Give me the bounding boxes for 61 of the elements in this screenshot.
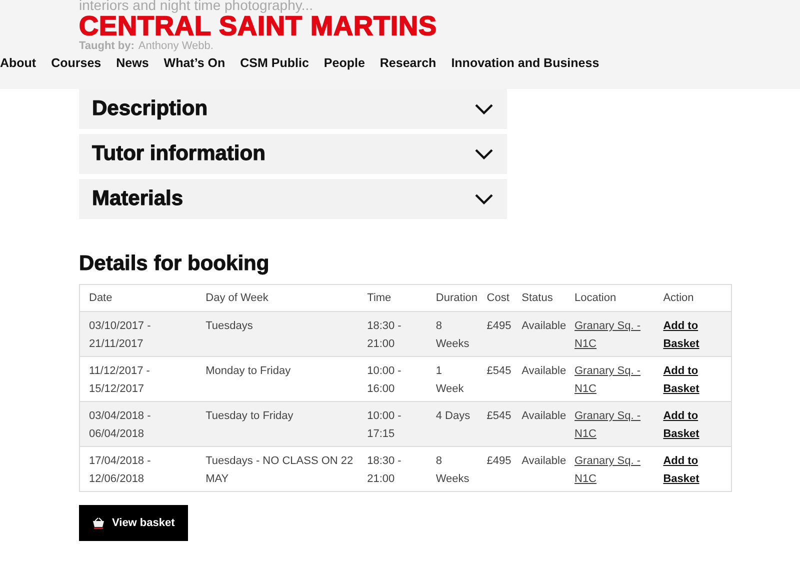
column-header: Location [574,292,616,304]
table-cell: £495 [486,320,512,332]
table-cell: Tuesdays [206,320,253,332]
chevron-down-icon [474,148,494,160]
taught-by-label: Taught by: [79,40,134,52]
table-cell: £545 [486,410,512,422]
nav-link[interactable]: What’s On [164,54,226,73]
table-cell: 10:00 - 17:15 [367,410,402,440]
column-header: Time [367,292,392,304]
section-heading: Details for booking [79,251,270,277]
add-to-basket-link[interactable]: Add to Basket [663,452,731,488]
course-intro-text: interiors and night time photography... [79,0,313,12]
table-cell: £495 [486,455,512,467]
table-cell: 10:00 - 16:00 [367,365,402,395]
nav-link[interactable]: People [324,54,365,73]
location-link[interactable]: Granary Sq. - N1C [574,362,658,398]
nav-link[interactable]: CSM Public [240,54,309,73]
location-link[interactable]: Granary Sq. - N1C [574,407,658,443]
table-cell: 8 Weeks [436,455,470,485]
column-header: Status [522,292,553,304]
chevron-down-icon [474,103,494,115]
add-to-basket-link[interactable]: Add to Basket [663,407,731,443]
chevron-down-icon [474,193,494,205]
site-logo[interactable]: CENTRAL SAINT MARTINS [79,12,437,40]
location-link[interactable]: Granary Sq. - N1C [574,452,658,488]
nav-link[interactable]: Courses [51,54,102,73]
table-cell: 18:30 - 21:00 [367,320,402,350]
accordion-header[interactable]: Tutor information [79,134,507,174]
view-basket-button[interactable]: View basket [79,505,188,541]
nav-link[interactable]: About [0,54,36,73]
nav-link[interactable]: News [116,54,149,73]
basket-icon [92,517,105,529]
table-cell: 4 Days [436,410,470,422]
table-cell: Monday to Friday [206,365,291,377]
table-cell: Available [522,365,566,377]
column-header: Day of Week [206,292,268,304]
column-header: Duration [436,292,478,304]
table-cell: Available [522,410,566,422]
column-header: Action [663,292,694,304]
nav-link[interactable]: Research [380,54,436,73]
table-cell: 11/12/2017 - 15/12/2017 [89,365,150,395]
table-cell: Available [522,320,566,332]
column-header: Cost [486,292,510,304]
table-cell: 03/10/2017 - 21/11/2017 [89,320,151,350]
add-to-basket-link[interactable]: Add to Basket [663,362,731,398]
table-cell: Available [522,455,566,467]
column-header: Date [89,292,112,304]
table-cell: 17/04/2018 - 12/06/2018 [89,455,151,485]
tutor-name: Anthony Webb. [138,40,214,52]
accordion-header[interactable]: Materials [79,179,507,219]
accordion-header[interactable]: Description [79,89,507,129]
table-cell: 1 Week [436,365,464,395]
table-cell: 8 Weeks [436,320,470,350]
table-cell: Tuesday to Friday [206,410,294,422]
table-cell: Tuesdays - NO CLASS ON 22 MAY [206,455,354,485]
table-cell: £545 [486,365,512,377]
location-link[interactable]: Granary Sq. - N1C [574,317,658,353]
table-cell: 18:30 - 21:00 [367,455,402,485]
add-to-basket-link[interactable]: Add to Basket [663,317,731,353]
table-cell: 03/04/2018 - 06/04/2018 [89,410,151,440]
nav-link[interactable]: Innovation and Business [451,54,600,73]
